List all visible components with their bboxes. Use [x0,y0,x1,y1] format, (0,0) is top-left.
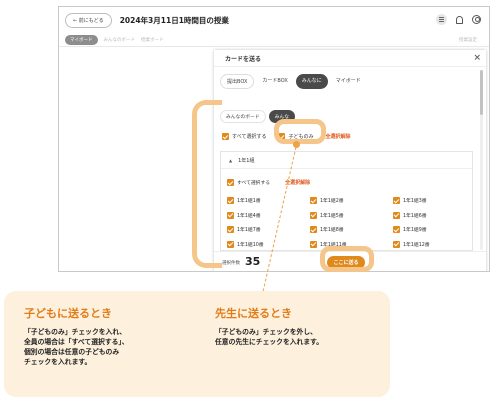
teacher-send-body: 「子どものみ」チェックを外し、 任意の先生にチェックを入れます。 [215,328,324,346]
children-send-title: 子どもに送るとき [24,307,112,320]
children-send-body: 「子どものみ」チェックを入れ、 全員の場合は「すべて選択する」、 個別の場合は任… [24,328,129,366]
instruction-callout: 子どもに送るとき 「子どものみ」チェックを入れ、 全員の場合は「すべて選択する」… [4,291,390,397]
teacher-send-title: 先生に送るとき [215,307,292,320]
